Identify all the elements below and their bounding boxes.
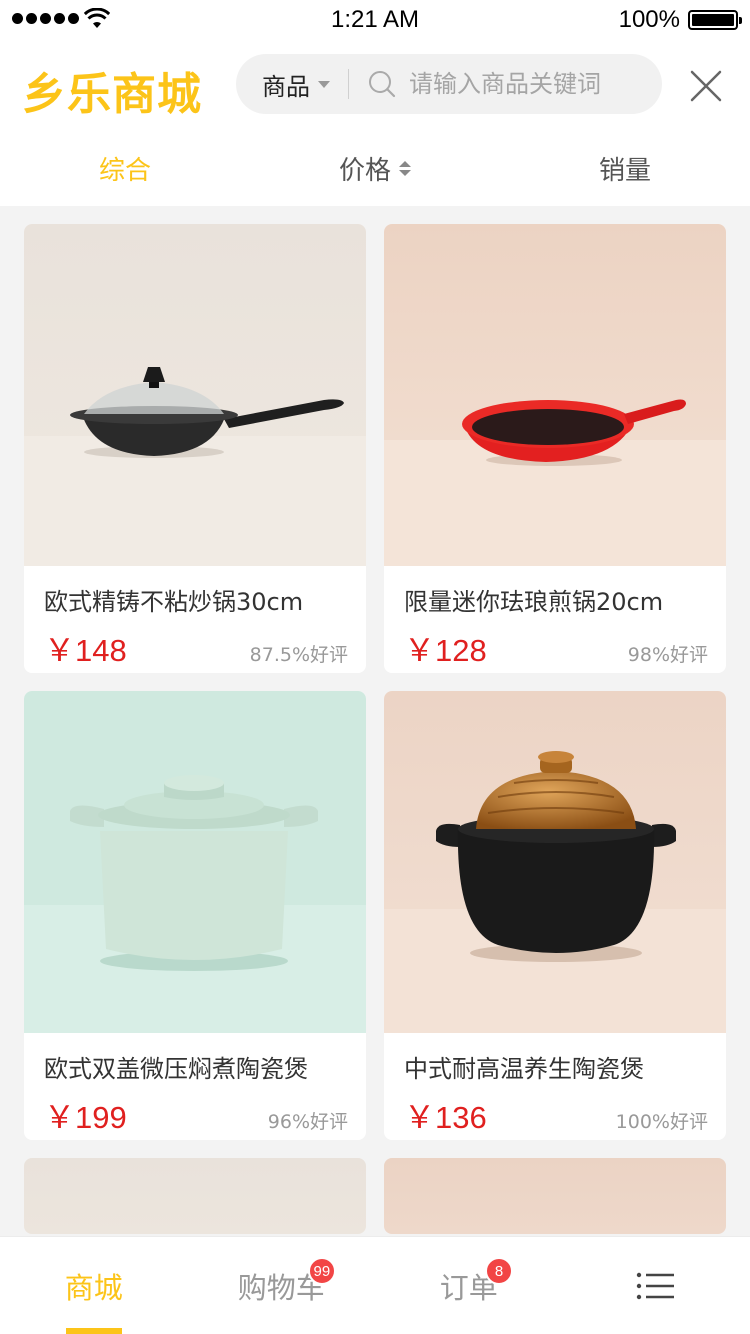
tab-mall[interactable]: 商城 [0,1237,188,1334]
product-card[interactable]: 欧式精铸不粘炒锅30cm ￥148 87.5%好评 [24,224,366,673]
search-box: 商品 [236,54,662,114]
active-tab-indicator [65,1328,122,1334]
product-rating: 87.5%好评 [249,644,348,666]
product-title: 欧式双盖微压焖煮陶瓷煲 [44,1055,308,1083]
product-image [24,691,366,1033]
product-card[interactable]: 限量迷你珐琅煎锅20cm ￥128 98%好评 [384,224,726,673]
search-icon [369,71,396,98]
product-image [384,691,726,1033]
product-rating: 100%好评 [615,1111,708,1133]
tab-menu[interactable] [563,1237,750,1334]
product-price: ￥136 [404,1100,487,1135]
sort-arrows-icon [399,160,411,176]
product-rating: 96%好评 [267,1111,348,1133]
tab-label: 商城 [64,1270,123,1305]
product-price: ￥148 [44,633,127,668]
product-card[interactable] [24,1158,366,1234]
bottom-tab-bar: 商城 购物车 99 订单 8 [0,1236,750,1334]
battery-percent: 100% [618,6,680,33]
header: 乡乐商城 商品 [0,40,750,130]
product-image [24,224,366,566]
tab-cart[interactable]: 购物车 99 [188,1237,376,1334]
caret-down-icon [318,80,330,88]
search-input[interactable] [409,70,629,98]
product-image [24,1158,366,1234]
sort-tab-sales[interactable]: 销量 [500,130,750,206]
product-card[interactable]: 中式耐高温养生陶瓷煲 ￥136 100%好评 [384,691,726,1140]
menu-icon [637,1272,675,1299]
product-card[interactable] [384,1158,726,1234]
product-grid: 欧式精铸不粘炒锅30cm ￥148 87.5%好评 限量迷你珐琅煎锅20cm ￥… [24,224,726,1234]
category-label: 商品 [262,72,310,101]
orders-badge: 8 [485,1257,513,1285]
product-image [384,224,726,566]
sort-tab-label: 综合 [98,155,151,186]
tab-orders[interactable]: 订单 8 [375,1237,563,1334]
app-logo: 乡乐商城 [22,69,202,120]
close-icon[interactable] [688,68,724,104]
product-title: 欧式精铸不粘炒锅30cm [44,588,304,616]
search-divider [348,69,349,99]
sort-bar: 综合 价格 销量 [0,130,750,206]
product-price: ￥128 [404,633,487,668]
product-title: 限量迷你珐琅煎锅20cm [404,588,664,616]
battery-icon [688,10,742,30]
sort-tab-label: 销量 [598,155,651,186]
sort-tab-label: 价格 [338,155,391,186]
cart-badge: 99 [307,1257,337,1285]
product-price: ￥199 [44,1100,127,1135]
sort-tab-price[interactable]: 价格 [250,130,500,206]
sort-tab-comprehensive[interactable]: 综合 [0,130,250,206]
product-title: 中式耐高温养生陶瓷煲 [404,1055,644,1083]
category-dropdown[interactable]: 商品 [236,54,330,114]
status-bar: 1:21 AM 100% [0,0,750,40]
product-image [384,1158,726,1234]
product-rating: 98%好评 [627,644,708,666]
product-card[interactable]: 欧式双盖微压焖煮陶瓷煲 ￥199 96%好评 [24,691,366,1140]
